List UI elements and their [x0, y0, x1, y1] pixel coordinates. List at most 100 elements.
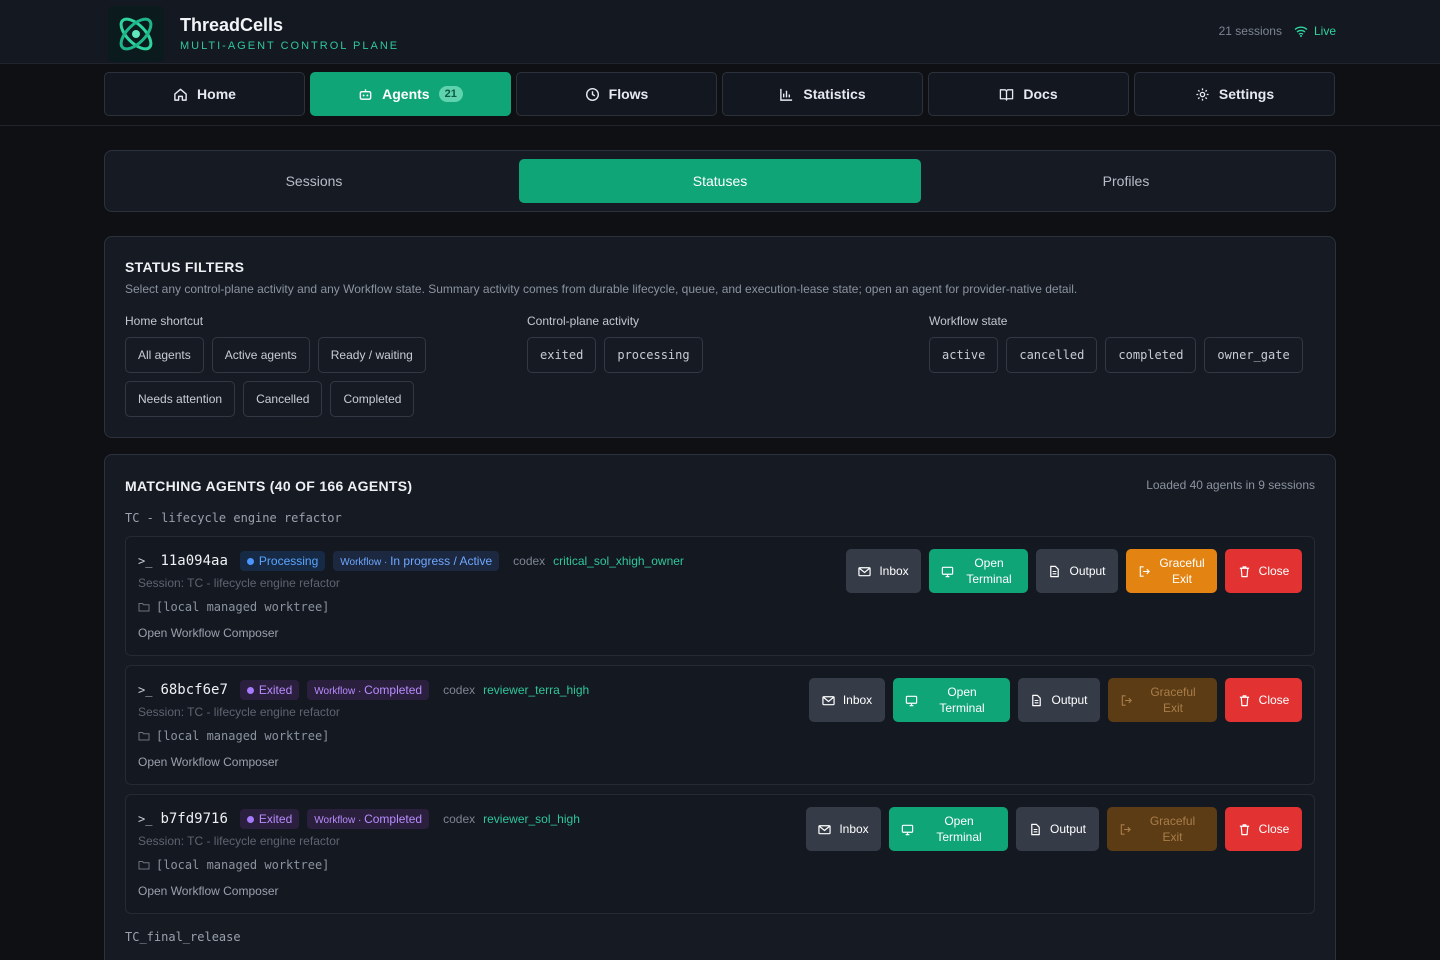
- book-icon: [1000, 88, 1014, 101]
- agent-profile[interactable]: reviewer_sol_high: [483, 812, 580, 826]
- status-dot-icon: [246, 686, 254, 694]
- filter-exited[interactable]: exited: [527, 337, 597, 373]
- folder-icon: [138, 861, 150, 870]
- agent-header: >_ b7fd9716 Exited Workflow · Completed …: [138, 809, 580, 829]
- filter-wf-cancelled[interactable]: cancelled: [1006, 337, 1098, 373]
- graceful-exit-button[interactable]: Graceful Exit: [1108, 678, 1217, 722]
- monitor-icon: [905, 695, 918, 706]
- document-icon: [1031, 823, 1040, 835]
- nav-tab-docs[interactable]: Docs: [928, 72, 1129, 116]
- matching-agents-panel: MATCHING AGENTS (40 OF 166 AGENTS) Loade…: [104, 454, 1336, 960]
- filter-owner-gate[interactable]: owner_gate: [1204, 337, 1303, 373]
- agent-id[interactable]: 11a094aa: [160, 553, 227, 569]
- nav-tab-agents[interactable]: Agents 21: [310, 72, 511, 116]
- agent-header: >_ 11a094aa Processing Workflow · In pro…: [138, 551, 684, 571]
- workflow-label: Completed: [364, 812, 423, 826]
- agent-session: Session: TC - lifecycle engine refactor: [138, 834, 340, 848]
- status-badge: Exited: [239, 809, 300, 829]
- agent-worktree: [local managed worktree]: [138, 858, 329, 872]
- exit-icon: [1139, 565, 1150, 577]
- agent-provider: codex: [443, 683, 476, 697]
- wifi-icon: [1294, 26, 1308, 37]
- control-plane-activity-chips: exited processing: [527, 337, 907, 373]
- trash-icon: [1239, 823, 1249, 835]
- filter-active-agents[interactable]: Active agents: [211, 337, 310, 373]
- open-terminal-button[interactable]: Open Terminal: [889, 807, 1008, 851]
- filter-needs-attention[interactable]: Needs attention: [125, 381, 236, 417]
- session-count: 21 sessions: [1218, 24, 1282, 38]
- inbox-label: Inbox: [879, 564, 909, 578]
- main-nav: Home Agents 21 Flows Statistics Docs Set…: [104, 72, 1335, 116]
- close-button[interactable]: Close: [1225, 807, 1302, 851]
- inbox-label: Inbox: [839, 822, 869, 836]
- filter-all-agents[interactable]: All agents: [125, 337, 204, 373]
- output-button[interactable]: Output: [1016, 807, 1099, 851]
- graceful-exit-button[interactable]: Graceful Exit: [1126, 549, 1217, 593]
- subtab-sessions[interactable]: Sessions: [113, 159, 515, 203]
- status-filters-title: STATUS FILTERS: [125, 259, 245, 275]
- close-label: Close: [1258, 564, 1290, 578]
- graceful-exit-button[interactable]: Graceful Exit: [1107, 807, 1217, 851]
- subtab-statuses[interactable]: Statuses: [519, 159, 921, 203]
- nav-tab-label: Home: [197, 86, 236, 102]
- output-button[interactable]: Output: [1018, 678, 1100, 722]
- filter-cancelled[interactable]: Cancelled: [243, 381, 323, 417]
- status-filters-panel: STATUS FILTERS Select any control-plane …: [104, 236, 1336, 438]
- workflow-prefix: Workflow ·: [314, 815, 365, 826]
- workflow-label: Completed: [364, 683, 423, 697]
- inbox-button[interactable]: Inbox: [846, 549, 921, 593]
- status-badge: Processing: [239, 551, 326, 571]
- open-terminal-button[interactable]: Open Terminal: [929, 549, 1028, 593]
- agent-id[interactable]: b7fd9716: [160, 811, 227, 827]
- clock-icon: [585, 87, 599, 101]
- filter-ready-waiting[interactable]: Ready / waiting: [317, 337, 426, 373]
- agent-provider: codex: [443, 812, 476, 826]
- nav-tab-settings[interactable]: Settings: [1134, 72, 1335, 116]
- inbox-button[interactable]: Inbox: [809, 678, 885, 722]
- bar-chart-icon: [780, 88, 793, 101]
- output-label: Output: [1051, 693, 1088, 707]
- agent-id[interactable]: 68bcf6e7: [160, 682, 227, 698]
- status-dot-icon: [246, 557, 254, 565]
- workflow-badge: Workflow · Completed: [307, 680, 430, 700]
- agent-profile[interactable]: critical_sol_xhigh_owner: [553, 554, 684, 568]
- status-dot-icon: [246, 815, 254, 823]
- filter-processing[interactable]: processing: [604, 337, 703, 373]
- trash-icon: [1239, 694, 1249, 706]
- agent-card[interactable]: >_ 68bcf6e7 Exited Workflow · Completed …: [125, 665, 1315, 785]
- threadcells-logo[interactable]: [108, 6, 164, 62]
- nav-tab-home[interactable]: Home: [104, 72, 305, 116]
- monitor-icon: [941, 566, 954, 577]
- filter-wf-completed[interactable]: completed: [1105, 337, 1197, 373]
- output-button[interactable]: Output: [1036, 549, 1118, 593]
- nav-tab-flows[interactable]: Flows: [516, 72, 717, 116]
- session-group-name: TC - lifecycle engine refactor: [125, 511, 342, 525]
- worktree-label: [local managed worktree]: [156, 729, 330, 743]
- open-terminal-button[interactable]: Open Terminal: [893, 678, 1010, 722]
- open-workflow-composer-link[interactable]: Open Workflow Composer: [138, 626, 279, 640]
- filter-active[interactable]: active: [929, 337, 999, 373]
- open-workflow-composer-link[interactable]: Open Workflow Composer: [138, 884, 279, 898]
- close-button[interactable]: Close: [1225, 678, 1302, 722]
- agent-profile[interactable]: reviewer_terra_high: [483, 683, 589, 697]
- workflow-badge: Workflow · In progress / Active: [333, 551, 500, 571]
- robot-icon: [359, 88, 372, 100]
- open-terminal-label: Open Terminal: [939, 685, 985, 715]
- mail-icon: [822, 695, 835, 705]
- inbox-button[interactable]: Inbox: [806, 807, 881, 851]
- app-subtitle: MULTI-AGENT CONTROL PLANE: [180, 40, 400, 52]
- nav-tab-statistics[interactable]: Statistics: [722, 72, 923, 116]
- app-header: ThreadCells MULTI-AGENT CONTROL PLANE 21…: [0, 0, 1440, 64]
- close-button[interactable]: Close: [1225, 549, 1302, 593]
- folder-icon: [138, 603, 150, 612]
- subtab-profiles[interactable]: Profiles: [925, 159, 1327, 203]
- open-workflow-composer-link[interactable]: Open Workflow Composer: [138, 755, 279, 769]
- status-label: Exited: [258, 812, 293, 826]
- agent-card[interactable]: >_ 11a094aa Processing Workflow · In pro…: [125, 536, 1315, 656]
- gear-icon: [1196, 87, 1209, 101]
- agent-card[interactable]: >_ b7fd9716 Exited Workflow · Completed …: [125, 794, 1315, 914]
- agent-actions: Inbox Open Terminal Output Graceful Exit…: [809, 678, 1302, 722]
- document-icon: [1032, 694, 1042, 706]
- workflow-prefix: Workflow ·: [314, 686, 365, 697]
- filter-completed[interactable]: Completed: [330, 381, 415, 417]
